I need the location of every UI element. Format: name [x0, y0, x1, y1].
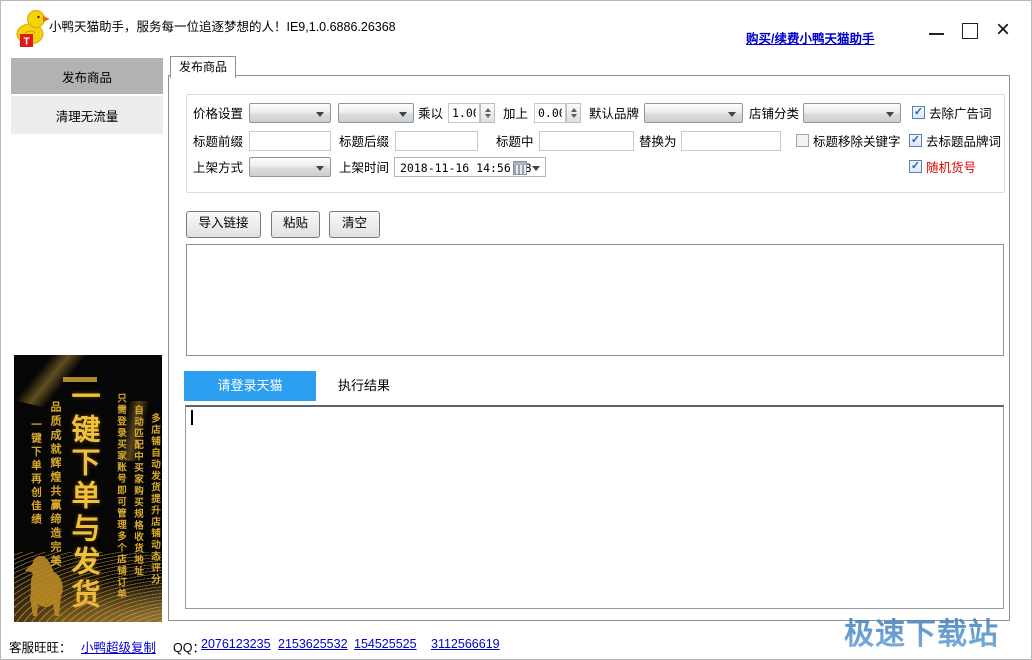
- multiply-label: 乘以: [418, 107, 443, 121]
- title-contains-label: 标题中: [496, 135, 534, 149]
- tab-publish[interactable]: 发布商品: [170, 56, 236, 78]
- listing-time-value: 2018-11-16 14:56:18: [400, 161, 532, 175]
- add-spinner[interactable]: [566, 103, 581, 123]
- promo-banner: 一键下单与发货 品质成就辉煌共赢缔造完美 一键下单再创佳绩 只需登录买家账号即可…: [14, 355, 162, 622]
- sidebar-item-label: 清理无流量: [56, 106, 119, 125]
- add-label: 加上: [503, 107, 528, 121]
- remove-keyword-label: 标题移除关键字: [813, 135, 901, 149]
- check-icon: ✓: [910, 161, 921, 172]
- links-textarea[interactable]: [186, 244, 1004, 356]
- promo-col-left-inner: 品质成就辉煌共赢缔造完美: [47, 401, 63, 569]
- shop-category-label: 店铺分类: [749, 107, 799, 121]
- qq-link-2[interactable]: 2153625532: [278, 637, 348, 651]
- check-icon: ✓: [910, 135, 921, 146]
- svg-text:T: T: [23, 37, 29, 48]
- service-wangwang-label: 客服旺旺：: [9, 637, 72, 656]
- listing-method-label: 上架方式: [193, 161, 243, 175]
- result-textarea[interactable]: [185, 405, 1004, 609]
- login-tmall-button[interactable]: 请登录天猫: [184, 371, 316, 401]
- title-suffix-input[interactable]: [395, 131, 478, 151]
- paste-button[interactable]: 粘贴: [271, 211, 320, 238]
- random-sku-label: 随机货号: [926, 161, 976, 175]
- clear-button[interactable]: 清空: [329, 211, 380, 238]
- close-icon[interactable]: ×: [996, 16, 1010, 44]
- remove-keyword-checkbox[interactable]: [796, 134, 809, 147]
- title-prefix-label: 标题前缀: [193, 135, 243, 149]
- listing-time-label: 上架时间: [339, 161, 389, 175]
- minimize-icon[interactable]: [929, 33, 944, 35]
- text-caret: [191, 410, 193, 425]
- remove-brand-word-checkbox[interactable]: ✓: [909, 134, 922, 147]
- replace-with-label: 替换为: [639, 135, 677, 149]
- remove-ads-label: 去除广告词: [929, 107, 992, 121]
- title-prefix-input[interactable]: [249, 131, 331, 151]
- listing-time-picker[interactable]: 2018-11-16 14:56:18: [394, 157, 546, 177]
- random-sku-checkbox[interactable]: ✓: [909, 160, 922, 173]
- multiply-spinner[interactable]: [480, 103, 495, 123]
- qq-link-4[interactable]: 3112566619: [431, 637, 500, 651]
- execution-result-label: 执行结果: [338, 379, 390, 393]
- promo-col-left-outer: 一键下单再创佳绩: [29, 419, 44, 527]
- service-wangwang-link[interactable]: 小鸭超级复制: [81, 637, 156, 656]
- gold-horse-icon: [18, 554, 70, 618]
- default-brand-dropdown[interactable]: [644, 103, 743, 123]
- buy-renew-link[interactable]: 购买/续费小鸭天猫助手: [746, 28, 874, 47]
- sidebar-item-clean-no-traffic[interactable]: 清理无流量: [11, 96, 163, 134]
- remove-brand-word-label: 去标题品牌词: [926, 135, 1001, 149]
- sidebar-item-label: 发布商品: [62, 67, 112, 86]
- duck-app-icon: T: [13, 7, 49, 49]
- maximize-icon[interactable]: [962, 23, 978, 39]
- price-mode-dropdown[interactable]: [249, 103, 331, 123]
- title-suffix-label: 标题后缀: [339, 135, 389, 149]
- price-field-dropdown[interactable]: [338, 103, 414, 123]
- tab-label: 发布商品: [179, 60, 227, 74]
- price-setting-label: 价格设置: [193, 107, 243, 121]
- calendar-icon: [513, 161, 527, 175]
- window-title: 小鸭天猫助手，服务每一位追逐梦想的人！IE9,1.0.6886.26368: [49, 16, 396, 35]
- check-icon: ✓: [913, 107, 924, 118]
- remove-ads-checkbox[interactable]: ✓: [912, 106, 925, 119]
- download-site-watermark: 极速下载站: [844, 609, 999, 653]
- default-brand-label: 默认品牌: [589, 107, 639, 121]
- replace-with-input[interactable]: [681, 131, 781, 151]
- add-input[interactable]: [534, 103, 566, 123]
- app-window: T 小鸭天猫助手，服务每一位追逐梦想的人！IE9,1.0.6886.26368 …: [0, 0, 1032, 660]
- title-contains-input[interactable]: [539, 131, 634, 151]
- listing-method-dropdown[interactable]: [249, 157, 331, 177]
- multiply-input[interactable]: [448, 103, 480, 123]
- shop-category-dropdown[interactable]: [803, 103, 901, 123]
- qq-link-3[interactable]: 154525525: [354, 637, 417, 651]
- import-links-button[interactable]: 导入链接: [186, 211, 261, 238]
- sidebar-item-publish[interactable]: 发布商品: [11, 58, 163, 94]
- qq-link-1[interactable]: 2076123235: [201, 637, 271, 651]
